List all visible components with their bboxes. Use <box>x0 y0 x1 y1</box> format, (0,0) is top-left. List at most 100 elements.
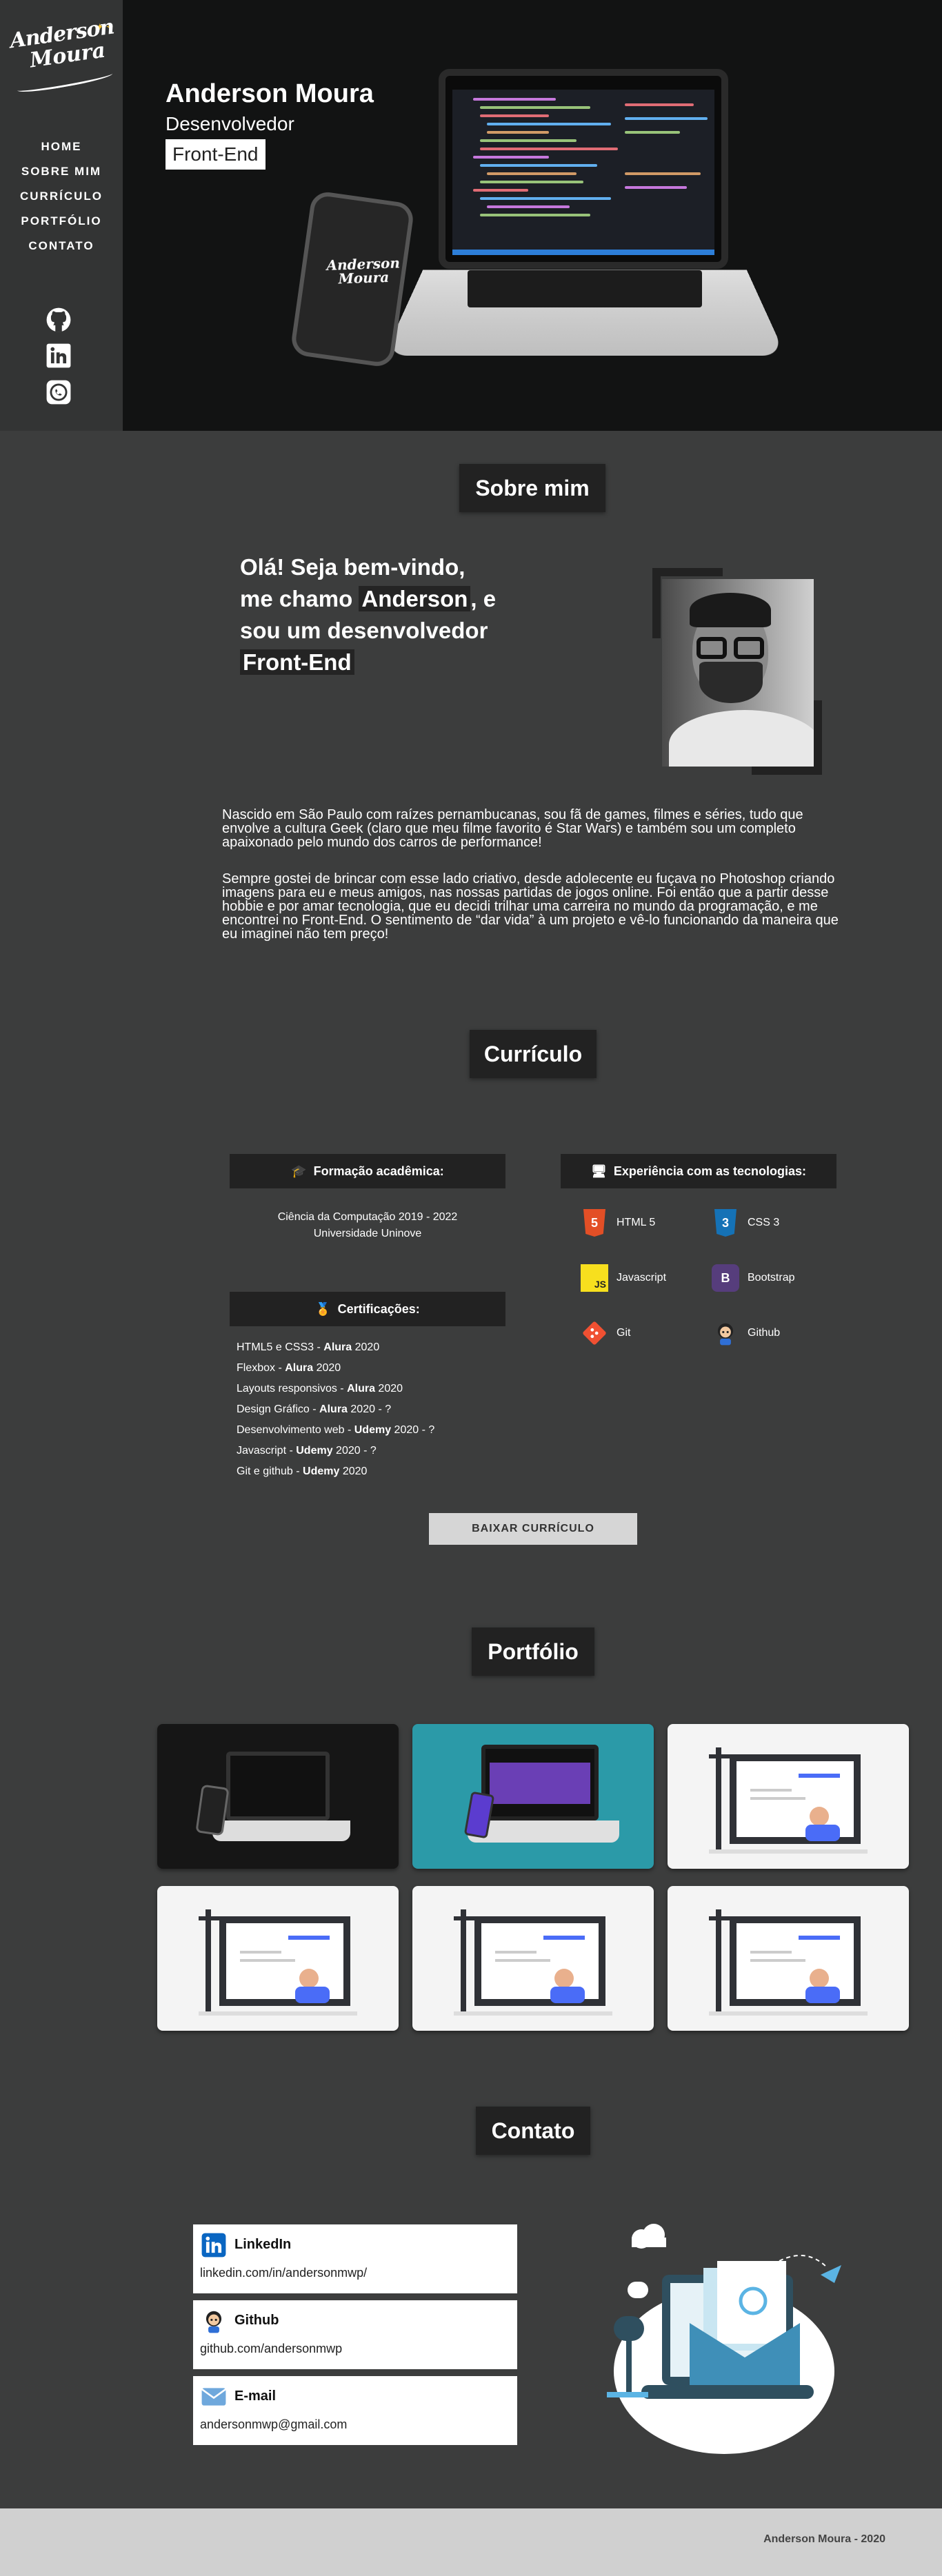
welcome-line2b: , e <box>470 586 496 611</box>
portfolio-card[interactable] <box>412 1724 654 1869</box>
contact-title: Github <box>234 2313 279 2329</box>
education-details: Ciência da Computação 2019 - 2022 Univer… <box>230 1209 505 1242</box>
linkedin-icon[interactable] <box>44 341 73 370</box>
certifications-list: HTML5 e CSS3 - Alura 2020 Flexbox - Alur… <box>237 1337 512 1482</box>
section-title-sobre-mim: Sobre mim <box>459 464 605 512</box>
cert-item: Javascript - Udemy 2020 - ? <box>237 1441 512 1461</box>
nav-home[interactable]: HOME <box>0 138 123 163</box>
tech-github: Github <box>712 1319 780 1347</box>
phone-logo-line2: Moura <box>338 269 389 287</box>
tech-css3: 3 CSS 3 <box>712 1209 779 1237</box>
tech-bootstrap: B Bootstrap <box>712 1264 794 1292</box>
contact-linkedin[interactable]: LinkedIn linkedin.com/in/andersonmwp/ <box>193 2224 517 2293</box>
cert-item: Design Gráfico - Alura 2020 - ? <box>237 1399 512 1420</box>
portfolio-card-placeholder[interactable] <box>668 1724 909 1869</box>
portfolio-card-placeholder[interactable] <box>412 1886 654 2031</box>
contact-github[interactable]: Github github.com/andersonmwp <box>193 2300 517 2369</box>
hero-front-end-badge: Front-End <box>166 139 265 170</box>
cert-item: HTML5 e CSS3 - Alura 2020 <box>237 1337 512 1358</box>
contact-email[interactable]: E-mail andersonmwp@gmail.com <box>193 2376 517 2445</box>
portfolio-card-placeholder[interactable] <box>157 1886 399 2031</box>
cert-item: Flexbox - Alura 2020 <box>237 1358 512 1379</box>
javascript-icon: JS <box>581 1264 608 1292</box>
css3-icon: 3 <box>712 1209 739 1237</box>
logo[interactable]: ✦ ✧ Anderson Moura <box>10 22 113 84</box>
under-construction-illustration <box>702 1741 874 1858</box>
code-editor-image <box>452 90 714 255</box>
nav-contato[interactable]: CONTATO <box>0 237 123 262</box>
contact-value[interactable]: linkedin.com/in/andersonmwp/ <box>200 2266 367 2280</box>
git-icon <box>581 1319 608 1347</box>
education-header: 🎓 Formação acadêmica: <box>230 1154 505 1188</box>
code-monitor-icon: 🖥 <box>591 1164 607 1179</box>
footer: Anderson Moura - 2020 <box>0 2508 942 2576</box>
profile-photo <box>662 579 814 767</box>
contact-title: E-mail <box>234 2389 276 2404</box>
nav-curriculo[interactable]: CURRÍCULO <box>0 187 123 212</box>
technologies-header: 🖥 Experiência com as tecnologias: <box>561 1154 836 1188</box>
education-school: Universidade Uninove <box>314 1228 422 1239</box>
page: ✦ ✧ Anderson Moura HOME SOBRE MIM CURRÍC… <box>0 0 942 2576</box>
technologies-title: Experiência com as tecnologias: <box>614 1164 806 1179</box>
certifications-header: 🏅 Certificações: <box>230 1292 505 1326</box>
tech-label: Bootstrap <box>748 1272 794 1284</box>
under-construction-illustration <box>447 1903 619 2020</box>
laptop-screen <box>439 69 728 269</box>
under-construction-illustration <box>702 1903 874 2020</box>
tech-label: Github <box>748 1327 780 1339</box>
hero-name: Anderson Moura <box>166 79 374 109</box>
contact-value[interactable]: andersonmwp@gmail.com <box>200 2417 347 2432</box>
about-paragraph-1: Nascido em São Paulo com raízes pernambu… <box>222 808 845 849</box>
graduation-cap-icon: 🎓 <box>291 1164 306 1179</box>
email-illustration <box>600 2220 862 2468</box>
envelope-icon <box>200 2383 228 2411</box>
hero-role: Desenvolvedor <box>166 113 294 135</box>
octocat-icon <box>200 2307 228 2335</box>
portfolio-card-placeholder[interactable] <box>668 1886 909 2031</box>
about-paragraph-2: Sempre gostei de brincar com esse lado c… <box>222 872 845 941</box>
tech-label: CSS 3 <box>748 1217 779 1229</box>
linkedin-icon <box>200 2231 228 2259</box>
tech-label: Javascript <box>617 1272 666 1284</box>
welcome-name: Anderson <box>359 586 470 611</box>
whatsapp-icon[interactable] <box>44 378 73 407</box>
octocat-icon <box>712 1319 739 1347</box>
section-title-portfolio: Portfólio <box>472 1627 594 1676</box>
welcome-line1: Olá! Seja bem-vindo, <box>240 554 465 580</box>
nav-portfolio[interactable]: PORTFÓLIO <box>0 212 123 237</box>
html5-icon: 5 <box>581 1209 608 1237</box>
under-construction-illustration <box>192 1903 364 2020</box>
laptop-keyboard <box>468 270 702 307</box>
certificate-icon: 🏅 <box>315 1302 330 1317</box>
welcome-front-end: Front-End <box>240 649 354 675</box>
education-title: Formação acadêmica: <box>314 1164 444 1179</box>
tech-html5: 5 HTML 5 <box>581 1209 655 1237</box>
footer-text: Anderson Moura - 2020 <box>763 2533 885 2546</box>
welcome-heading: Olá! Seja bem-vindo, me chamo Anderson, … <box>240 551 530 678</box>
tech-label: HTML 5 <box>617 1217 655 1229</box>
tech-label: Git <box>617 1327 630 1339</box>
hero: Anderson Moura Desenvolvedor Front-End A… <box>123 0 942 431</box>
contact-value[interactable]: github.com/andersonmwp <box>200 2342 342 2356</box>
logo-swoosh <box>17 69 113 95</box>
cert-item: Git e github - Udemy 2020 <box>237 1461 512 1482</box>
nav-sobre-mim[interactable]: SOBRE MIM <box>0 163 123 187</box>
tech-git: Git <box>581 1319 630 1347</box>
section-title-curriculo: Currículo <box>470 1030 597 1078</box>
main-nav: HOME SOBRE MIM CURRÍCULO PORTFÓLIO CONTA… <box>0 138 123 262</box>
phone-logo: Anderson Moura <box>326 256 401 286</box>
bootstrap-icon: B <box>712 1264 739 1292</box>
section-title-contato: Contato <box>476 2107 590 2155</box>
download-cv-button[interactable]: BAIXAR CURRÍCULO <box>429 1513 637 1545</box>
contact-title: LinkedIn <box>234 2237 291 2253</box>
education-course: Ciência da Computação 2019 - 2022 <box>278 1211 458 1223</box>
portfolio-card[interactable] <box>157 1724 399 1869</box>
sidebar: ✦ ✧ Anderson Moura HOME SOBRE MIM CURRÍC… <box>0 0 123 431</box>
cert-item: Layouts responsivos - Alura 2020 <box>237 1379 512 1399</box>
welcome-line2a: me chamo <box>240 586 359 611</box>
cert-item: Desenvolvimento web - Udemy 2020 - ? <box>237 1420 512 1441</box>
welcome-line3: sou um desenvolvedor <box>240 618 488 643</box>
certifications-title: Certificações: <box>338 1302 420 1317</box>
tech-javascript: JS Javascript <box>581 1264 666 1292</box>
github-icon[interactable] <box>44 305 73 334</box>
